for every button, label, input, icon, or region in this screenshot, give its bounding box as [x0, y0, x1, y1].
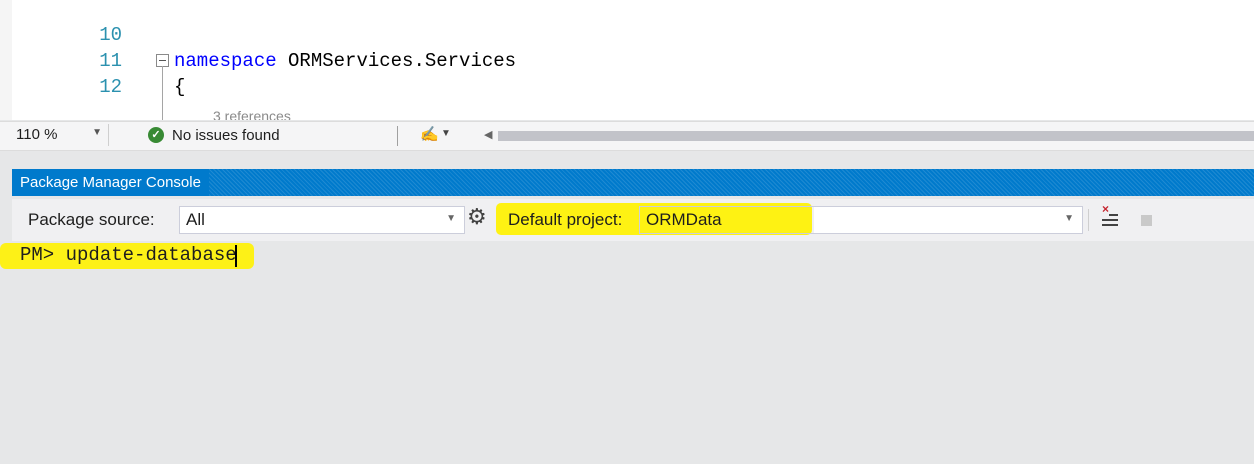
package-source-label: Package source: — [28, 210, 155, 229]
line-mark — [1102, 219, 1118, 221]
x-mark: × — [1102, 202, 1110, 216]
console-input-line[interactable]: PM> update-database — [20, 244, 237, 266]
stop-icon[interactable] — [1141, 215, 1152, 226]
codelens-references[interactable]: 3 references — [213, 108, 291, 120]
line-number: 11 — [99, 50, 122, 72]
code-editor[interactable]: 10 11 namespace ORMServices.Services 12 … — [0, 0, 1254, 120]
zoom-dropdown[interactable]: 110 % ▼ — [10, 124, 109, 146]
dropdown-background — [814, 207, 1082, 233]
console-toolbar: Package source: All ▼ ⚙ Default project:… — [12, 199, 1254, 241]
default-project-dropdown[interactable]: ORMData ▼ — [639, 206, 1083, 234]
scroll-left-icon[interactable]: ◀ — [484, 128, 492, 141]
brush-icon[interactable]: ✍ — [420, 125, 439, 143]
default-project-value: ORMData — [646, 210, 722, 229]
package-source-value: All — [186, 210, 205, 229]
chevron-down-icon: ▼ — [1064, 213, 1074, 224]
zoom-value: 110 % — [16, 126, 58, 143]
horizontal-scrollbar[interactable] — [498, 131, 1254, 141]
namespace-keyword: namespace — [174, 50, 277, 72]
chevron-down-icon: ▼ — [92, 127, 102, 138]
code-text: namespace ORMServices.Services — [174, 48, 516, 74]
chevron-down-icon: ▼ — [446, 213, 456, 224]
console-prompt: PM> — [20, 244, 55, 266]
check-circle-icon[interactable]: ✓ — [148, 127, 164, 143]
clear-console-icon[interactable]: × — [1100, 202, 1120, 227]
line-number: 12 — [99, 76, 122, 98]
chevron-down-icon[interactable]: ▼ — [441, 128, 451, 139]
line-mark — [1109, 214, 1118, 216]
namespace-name: ORMServices.Services — [276, 50, 517, 72]
console-output[interactable] — [12, 241, 1254, 464]
gear-icon[interactable]: ⚙ — [467, 204, 487, 230]
divider — [397, 126, 398, 146]
package-source-dropdown[interactable]: All ▼ — [179, 206, 465, 234]
partial-code-line — [156, 0, 179, 14]
text-cursor — [235, 245, 237, 267]
line-number: 10 — [99, 24, 122, 46]
code-line-12: 12 { — [0, 74, 1254, 100]
editor-status-bar: 110 % ▼ ✓ No issues found ✍ ▼ ◀ — [0, 121, 1254, 151]
line-mark — [1102, 224, 1118, 226]
console-title-bar[interactable]: Package Manager Console — [12, 169, 1254, 196]
code-line-10: 10 — [0, 22, 1254, 48]
code-text: { — [174, 76, 186, 98]
console-command: update-database — [65, 244, 237, 266]
divider — [1088, 209, 1089, 231]
console-title: Package Manager Console — [12, 169, 209, 196]
code-line-11: 11 namespace ORMServices.Services — [0, 48, 1254, 74]
issues-status[interactable]: No issues found — [172, 127, 280, 144]
default-project-label: Default project: — [508, 210, 623, 229]
